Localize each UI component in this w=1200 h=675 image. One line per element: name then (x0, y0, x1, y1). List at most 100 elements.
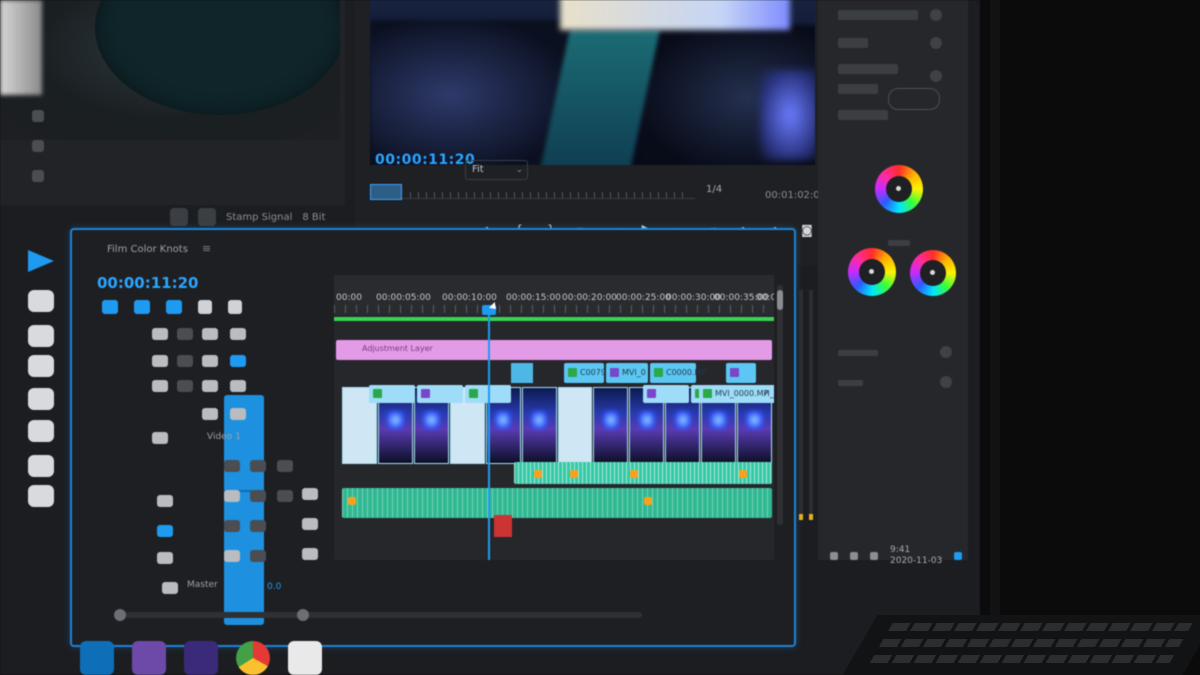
voiceover-icon[interactable] (277, 490, 293, 502)
taskbar-app-icon[interactable] (80, 640, 114, 675)
sequence-tab[interactable]: Film Color Knots (107, 244, 188, 255)
audio-icon[interactable] (198, 208, 216, 226)
timeline-horizontal-scrollbar[interactable] (114, 609, 642, 621)
audio-keyframe-icon[interactable] (644, 497, 652, 505)
taskbar-app-icon[interactable] (184, 640, 218, 675)
panel-menu-icon[interactable]: ≡ (202, 242, 211, 255)
track-lock-icon[interactable] (157, 495, 173, 507)
wheel-handle[interactable] (869, 269, 874, 274)
track-lock-icon[interactable] (152, 355, 168, 367)
reset-icon[interactable] (940, 376, 952, 388)
mute-icon[interactable] (224, 520, 240, 532)
scrubber-playhead[interactable] (370, 184, 402, 200)
source-control-icon[interactable] (32, 140, 44, 152)
network-icon[interactable] (830, 552, 838, 560)
track-lock-icon[interactable] (162, 582, 178, 594)
adjustment-layer-clip[interactable]: Adjustment Layer (336, 340, 772, 360)
track-lock-icon[interactable] (157, 552, 173, 564)
camera-icon[interactable]: ◙ (800, 223, 814, 237)
mic-icon[interactable] (302, 548, 318, 560)
track-sync-icon[interactable] (177, 380, 193, 392)
tray-clock[interactable]: 9:41 2020-11-03 (890, 545, 942, 567)
selection-tool-icon[interactable] (28, 250, 54, 272)
solo-icon[interactable] (250, 520, 266, 532)
taskbar-app-icon[interactable] (288, 640, 322, 675)
video-clip[interactable]: MVI_0 (606, 363, 648, 383)
snap-icon[interactable] (102, 300, 118, 314)
audio-keyframe-icon[interactable] (534, 470, 542, 478)
wrench-icon[interactable] (170, 208, 188, 226)
timeline-settings-icon[interactable] (198, 300, 212, 314)
mic-icon[interactable] (302, 488, 318, 500)
video-clip[interactable]: C0000.MP (650, 363, 706, 383)
audio-keyframe-icon[interactable] (739, 470, 747, 478)
audio-track-1-clip[interactable] (514, 462, 772, 484)
pen-icon[interactable] (28, 420, 54, 442)
keyframe-icon[interactable] (930, 9, 942, 21)
wrench-icon[interactable] (228, 300, 242, 314)
mute-icon[interactable] (224, 490, 240, 502)
eye-icon[interactable] (230, 355, 246, 367)
audio-track-2-clip[interactable] (342, 488, 772, 518)
toggle-output-icon[interactable] (202, 328, 218, 340)
work-area-bar[interactable] (334, 317, 774, 321)
source-patch-target[interactable] (224, 395, 264, 625)
timeline-vertical-scrollbar[interactable] (777, 285, 783, 525)
video-clip[interactable]: C0079 (564, 363, 606, 383)
toggle-output-icon[interactable] (202, 380, 218, 392)
track-select-icon[interactable] (28, 290, 54, 312)
timeline-timecode[interactable]: 00:00:11:20 (97, 274, 199, 292)
audio-keyframe-icon[interactable] (630, 470, 638, 478)
add-marker-icon[interactable] (166, 300, 182, 314)
audio-keyframe-icon[interactable] (570, 470, 578, 478)
linked-selection-icon[interactable] (134, 300, 150, 314)
master-volume[interactable]: 0.0 (267, 582, 281, 592)
effect-toggle[interactable] (888, 88, 940, 110)
track-lock-icon[interactable] (152, 432, 168, 444)
video-clip[interactable] (726, 363, 756, 383)
zoom-handle[interactable] (297, 609, 309, 621)
video-clip[interactable] (511, 363, 533, 383)
keyframe-icon[interactable] (930, 70, 942, 82)
hand-icon[interactable] (28, 455, 54, 477)
mic-icon[interactable] (302, 518, 318, 530)
scrollbar-thumb[interactable] (777, 290, 783, 310)
video-clip-header[interactable] (643, 385, 689, 403)
source-control-icon[interactable] (32, 110, 44, 122)
battery-icon[interactable] (870, 552, 878, 560)
wheel-handle[interactable] (930, 270, 935, 275)
track-sync-icon[interactable] (277, 460, 293, 472)
video-clip-header[interactable] (417, 385, 463, 403)
mute-icon[interactable] (224, 550, 240, 562)
solo-icon[interactable] (250, 550, 266, 562)
video-clip-header[interactable] (369, 385, 415, 403)
video-clip-header[interactable]: MVI_0000.MP (699, 385, 768, 403)
wheel-handle[interactable] (896, 186, 901, 191)
reset-icon[interactable] (940, 346, 952, 358)
toggle-output-icon[interactable] (202, 408, 218, 420)
solo-icon[interactable] (250, 490, 266, 502)
program-scrubber[interactable] (370, 184, 695, 200)
zoom-handle[interactable] (114, 609, 126, 621)
track-lock-icon[interactable] (152, 380, 168, 392)
eye-icon[interactable] (230, 380, 246, 392)
eye-icon[interactable] (230, 408, 246, 420)
ripple-edit-icon[interactable] (28, 325, 54, 347)
mute-icon[interactable] (230, 328, 246, 340)
audio-keyframe-icon[interactable] (348, 497, 356, 505)
track-target-icon[interactable] (157, 525, 173, 537)
track-sync-icon[interactable] (177, 328, 193, 340)
timeline-playhead[interactable] (488, 305, 490, 560)
track-sync-icon[interactable] (224, 460, 240, 472)
taskbar-app-icon[interactable] (132, 640, 166, 675)
playback-resolution[interactable]: 1/4 (706, 184, 722, 195)
razor-icon[interactable] (28, 355, 54, 377)
time-ruler[interactable]: 00:00 00:00:05:00 00:00:10:00 00:00:15:0… (334, 275, 774, 315)
volume-icon[interactable] (850, 552, 858, 560)
program-timecode[interactable]: 00:00:11:20 (375, 152, 475, 168)
source-control-icon[interactable] (32, 170, 44, 182)
track-lock-icon[interactable] (152, 328, 168, 340)
keyframe-icon[interactable] (930, 37, 942, 49)
track-sync-icon[interactable] (177, 355, 193, 367)
audio-clip-red[interactable] (494, 515, 512, 537)
